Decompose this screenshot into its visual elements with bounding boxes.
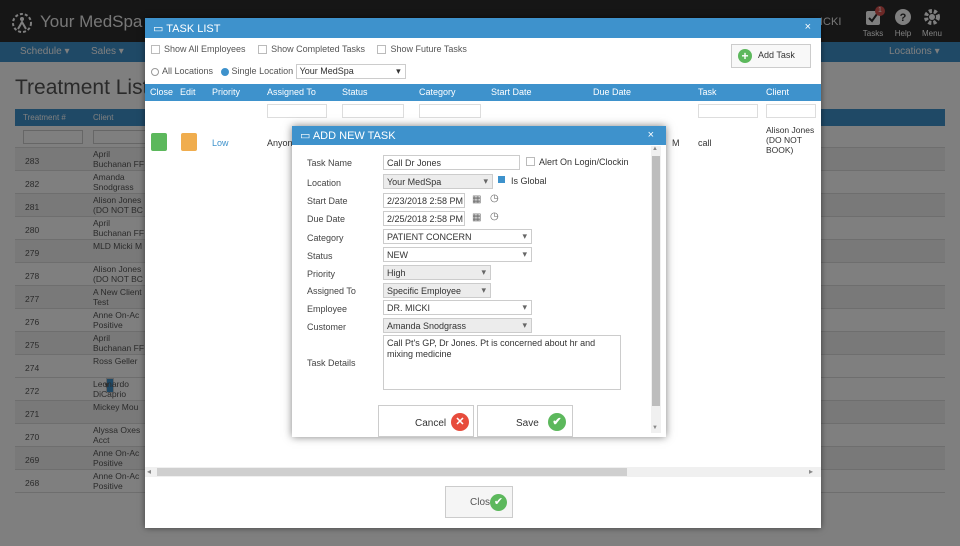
plus-icon: +	[738, 49, 752, 63]
x-circle-icon: ✕	[451, 413, 469, 431]
status-select[interactable]: NEW	[383, 247, 532, 262]
task-name-input[interactable]: Call Dr Jones	[383, 155, 520, 170]
task-list-titlebar: ▭ TASK LIST ×	[145, 18, 821, 38]
customer-select[interactable]: Amanda Snodgrass	[383, 318, 532, 333]
scrollbar-thumb[interactable]	[157, 468, 627, 476]
cancel-button[interactable]: Cancel ✕	[378, 405, 474, 437]
task-filter-row	[145, 101, 821, 123]
location-select[interactable]: Your MedSpa	[383, 174, 493, 189]
client-cell: Alison Jones (DO NOT BOOK)	[766, 125, 815, 155]
header-start-date[interactable]: Start Date	[491, 87, 532, 97]
category-select[interactable]: PATIENT CONCERN	[383, 229, 532, 244]
horizontal-scrollbar[interactable]: ◂ ▸	[145, 467, 821, 477]
vertical-scrollbar[interactable]: ▲ ▼	[651, 146, 661, 433]
filter-input[interactable]	[267, 104, 327, 118]
save-label: Save	[516, 418, 539, 429]
priority-select[interactable]: High	[383, 265, 491, 280]
all-locations-label: All Locations	[162, 65, 214, 76]
single-location-label: Single Location	[231, 65, 294, 76]
category-label: Category	[307, 233, 344, 243]
edit-task-icon[interactable]	[181, 133, 197, 151]
priority-label: Priority	[307, 269, 336, 279]
due-date-cell: M	[672, 138, 680, 148]
employee-label: Employee	[307, 304, 348, 314]
scroll-right-icon[interactable]: ▸	[809, 467, 813, 476]
check-icon: ✔	[490, 494, 507, 511]
filter-input[interactable]	[766, 104, 816, 118]
clock-icon[interactable]: ◷	[490, 193, 499, 204]
complete-task-icon[interactable]	[151, 133, 167, 151]
start-date-label: Start Date	[307, 196, 348, 206]
show-future-checkbox[interactable]	[377, 45, 387, 55]
clock-icon[interactable]: ◷	[490, 211, 499, 222]
location-select[interactable]: Your MedSpa	[295, 64, 406, 79]
customer-label: Customer	[307, 322, 347, 332]
header-status[interactable]: Status	[342, 87, 368, 97]
header-due-date[interactable]: Due Date	[593, 87, 631, 97]
calendar-icon[interactable]: ▦	[472, 194, 481, 205]
task-cell: call	[698, 138, 712, 148]
task-filters: Show All Employees Show Completed Tasks …	[151, 44, 477, 55]
single-location-radio[interactable]	[220, 67, 229, 76]
show-future-label: Show Future Tasks	[390, 44, 467, 54]
is-global-label: Is Global	[511, 176, 547, 186]
header-category[interactable]: Category	[419, 87, 456, 97]
window-icon: ▭	[300, 130, 313, 142]
status-label: Status	[307, 251, 333, 261]
close-icon[interactable]: ×	[648, 129, 654, 141]
start-date-input[interactable]: 2/23/2018 2:58 PM	[383, 193, 465, 208]
window-icon: ▭	[153, 23, 167, 35]
location-filter: All Locations Single Location Your MedSp…	[151, 64, 406, 79]
filter-input[interactable]	[419, 104, 481, 118]
due-date-input[interactable]: 2/25/2018 2:58 PM	[383, 211, 465, 226]
modal-title: ADD NEW TASK	[312, 130, 396, 142]
scrollbar-thumb[interactable]	[652, 156, 660, 406]
modal-titlebar: ▭ ADD NEW TASK ×	[292, 126, 666, 145]
assigned-to-label: Assigned To	[307, 286, 356, 296]
check-circle-icon: ✔	[548, 413, 566, 431]
show-all-employees-label: Show All Employees	[164, 44, 246, 54]
cancel-label: Cancel	[415, 418, 447, 429]
close-button[interactable]: Close ✔	[445, 486, 513, 518]
assigned-to-select[interactable]: Specific Employee	[383, 283, 491, 298]
close-icon[interactable]: ×	[805, 21, 811, 33]
header-task[interactable]: Task	[698, 87, 717, 97]
header-priority[interactable]: Priority	[212, 87, 240, 97]
add-task-label: Add Task	[758, 50, 795, 60]
location-label: Location	[307, 178, 342, 188]
scroll-left-icon[interactable]: ◂	[147, 467, 151, 476]
header-assigned-to[interactable]: Assigned To	[267, 87, 316, 97]
task-details-textarea[interactable]: Call Pt's GP, Dr Jones. Pt is concerned …	[383, 335, 621, 390]
show-all-employees-checkbox[interactable]	[151, 45, 160, 55]
add-task-modal: ▭ ADD NEW TASK × Task Name Call Dr Jones…	[292, 126, 666, 437]
calendar-icon[interactable]: ▦	[472, 212, 481, 223]
filter-input[interactable]	[342, 104, 404, 118]
save-button[interactable]: Save ✔	[477, 405, 573, 437]
header-edit[interactable]: Edit	[180, 87, 196, 97]
task-name-label: Task Name	[307, 158, 353, 168]
employee-select[interactable]: DR. MICKI	[383, 300, 532, 315]
task-list-title: TASK LIST	[166, 23, 221, 35]
show-completed-checkbox[interactable]	[258, 45, 268, 55]
all-locations-radio[interactable]	[151, 67, 159, 76]
header-close[interactable]: Close	[150, 87, 173, 97]
add-task-button[interactable]: + Add Task	[731, 44, 811, 68]
is-global-checkbox[interactable]	[498, 176, 505, 183]
alert-label: Alert On Login/Clockin	[539, 157, 629, 167]
priority-cell: Low	[212, 138, 229, 148]
header-client[interactable]: Client	[766, 87, 789, 97]
scroll-up-icon[interactable]: ▲	[652, 146, 658, 152]
task-details-label: Task Details	[307, 358, 356, 368]
task-table-header: Close Edit Priority Assigned To Status C…	[145, 84, 821, 101]
alert-checkbox[interactable]	[526, 157, 535, 166]
scroll-down-icon[interactable]: ▼	[652, 425, 658, 431]
filter-input[interactable]	[698, 104, 758, 118]
due-date-label: Due Date	[307, 214, 346, 224]
show-completed-label: Show Completed Tasks	[271, 44, 365, 54]
